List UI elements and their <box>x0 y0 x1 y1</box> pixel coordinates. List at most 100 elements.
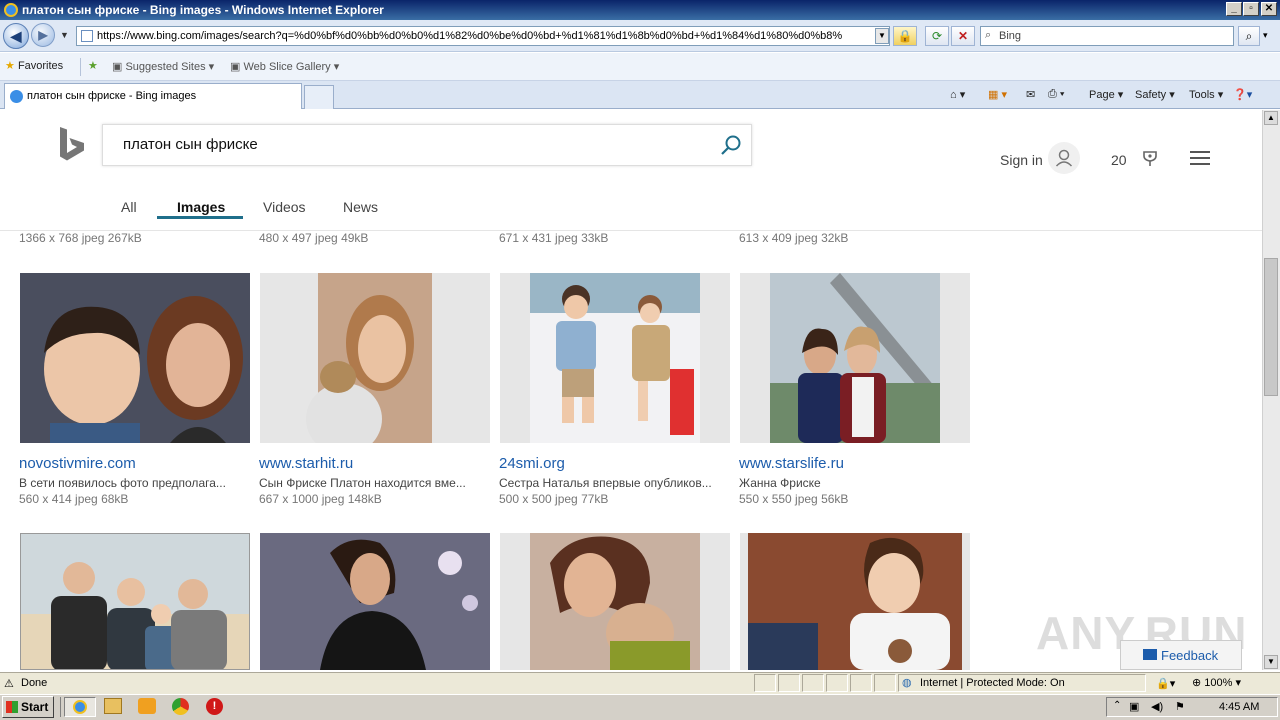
recent-pages-dropdown-icon[interactable]: ▼ <box>60 30 69 40</box>
photo-mother-selfie <box>260 273 490 443</box>
folder-icon[interactable] <box>104 698 122 714</box>
image-result-thumbnail[interactable] <box>740 533 970 670</box>
lock-icon[interactable]: 🔒 <box>893 26 917 46</box>
taskbar-ie-button[interactable] <box>64 697 96 717</box>
result-domain-link[interactable]: www.starhit.ru <box>259 455 353 472</box>
ie-search-value: Bing <box>999 30 1022 42</box>
media-player-icon[interactable] <box>138 698 156 714</box>
scrollbar-thumb[interactable] <box>1264 258 1278 396</box>
zoom-control[interactable]: ⊕ 100% ▾ <box>1192 676 1241 689</box>
read-mail-icon[interactable]: ✉ <box>1026 88 1035 101</box>
clock[interactable]: 4:45 AM <box>1219 701 1259 713</box>
result-domain-link[interactable]: novostivmire.com <box>19 455 136 472</box>
sign-in-link[interactable]: Sign in <box>1000 152 1043 168</box>
header-divider <box>0 230 1262 231</box>
address-dropdown-icon[interactable]: ▼ <box>875 28 889 44</box>
print-icon[interactable]: ⎙ ▾ <box>1048 88 1064 101</box>
refresh-icon[interactable]: ⟳ <box>925 26 949 46</box>
start-button[interactable]: Start <box>2 696 54 718</box>
ie-search-button[interactable]: ⌕ <box>1238 26 1260 46</box>
image-result-thumbnail[interactable] <box>500 533 730 670</box>
bing-search-input[interactable]: платон сын фриске <box>102 124 752 166</box>
avatar[interactable] <box>1048 142 1080 174</box>
window-title: платон сын фриске - Bing images - Window… <box>22 3 384 17</box>
home-icon[interactable]: ⌂ ▾ <box>950 88 965 101</box>
stop-icon[interactable]: ✕ <box>951 26 975 46</box>
search-options-icon[interactable]: ▾ <box>1263 30 1268 41</box>
result-domain-link[interactable]: 24smi.org <box>499 455 565 472</box>
taskbar <box>0 694 1280 720</box>
help-icon[interactable]: ❓▾ <box>1233 88 1252 101</box>
close-window-button[interactable]: ✕ <box>1261 2 1277 16</box>
result-description: Жанна Фриске <box>739 476 821 490</box>
page-menu[interactable]: Page ▾ <box>1089 88 1123 101</box>
chrome-icon[interactable] <box>172 698 189 715</box>
image-result-thumbnail[interactable] <box>260 273 490 443</box>
antivirus-icon[interactable]: ! <box>206 698 223 715</box>
result-domain-link[interactable]: www.starslife.ru <box>739 455 844 472</box>
maximize-button[interactable]: ▫ <box>1243 2 1259 16</box>
image-result-thumbnail[interactable] <box>20 533 250 670</box>
tab-all[interactable]: All <box>121 199 137 215</box>
address-bar[interactable]: https://www.bing.com/images/search?q=%d0… <box>76 26 890 46</box>
volume-icon[interactable]: ◀) <box>1151 700 1163 713</box>
tray-expand-icon[interactable]: ⌃ <box>1113 700 1121 711</box>
window-title-bar: платон сын фриске - Bing images - Window… <box>0 0 1280 20</box>
image-meta: 480 x 497 jpeg 49kB <box>259 231 369 245</box>
back-button[interactable]: ◀ <box>3 23 29 49</box>
feedback-button[interactable]: Feedback <box>1120 640 1242 670</box>
tab-videos[interactable]: Videos <box>263 199 306 215</box>
rewards-points[interactable]: 20 <box>1111 152 1127 168</box>
forward-button[interactable]: ▶ <box>31 23 55 47</box>
photo-children-playing <box>500 273 730 443</box>
image-meta: 1366 x 768 jpeg 267kB <box>19 231 142 245</box>
photo-mother-and-son <box>20 273 250 443</box>
result-description: Сын Фриске Платон находится вме... <box>259 476 466 490</box>
scroll-up-arrow[interactable]: ▲ <box>1264 111 1278 125</box>
new-tab-button[interactable] <box>304 85 334 109</box>
status-cell <box>874 674 896 692</box>
feedback-icon <box>1143 649 1157 660</box>
photo-two-women <box>740 273 970 443</box>
bing-logo-icon[interactable] <box>58 126 88 164</box>
feeds-icon[interactable]: ▦ ▾ <box>988 88 1007 101</box>
rewards-trophy-icon[interactable] <box>1141 150 1159 168</box>
image-result-thumbnail[interactable] <box>740 273 970 443</box>
minimize-button[interactable]: _ <box>1226 2 1242 16</box>
user-icon <box>1055 149 1073 167</box>
status-text: Done <box>21 677 48 689</box>
image-result-thumbnail[interactable] <box>20 273 250 443</box>
browser-tab-active[interactable]: платон сын фриске - Bing images <box>4 83 302 109</box>
status-cell <box>778 674 800 692</box>
image-meta: 613 x 409 jpeg 32kB <box>739 231 849 245</box>
favorites-separator <box>80 58 81 76</box>
status-cell <box>754 674 776 692</box>
globe-icon: ◍ <box>902 677 912 689</box>
image-result-thumbnail[interactable] <box>500 273 730 443</box>
image-meta: 671 x 431 jpeg 33kB <box>499 231 609 245</box>
web-slice-gallery-link[interactable]: ▣ Web Slice Gallery ▾ <box>230 60 339 73</box>
image-result-thumbnail[interactable] <box>260 533 490 670</box>
tools-menu[interactable]: Tools ▾ <box>1189 88 1223 101</box>
scroll-down-arrow[interactable]: ▼ <box>1264 655 1278 669</box>
system-tray: ⌃ ▣ ◀) ⚑ 4:45 AM <box>1106 697 1278 717</box>
action-center-flag-icon[interactable]: ⚑ <box>1175 700 1185 713</box>
page-favicon-icon <box>81 30 93 42</box>
search-provider-icon: ⌕ <box>985 29 992 41</box>
protected-mode-icon[interactable]: 🔒▾ <box>1156 677 1175 690</box>
tab-news[interactable]: News <box>343 199 378 215</box>
suggested-sites-link[interactable]: ▣ Suggested Sites ▾ <box>112 60 214 73</box>
safety-menu[interactable]: Safety ▾ <box>1135 88 1175 101</box>
tab-images[interactable]: Images <box>177 199 225 215</box>
favorites-button[interactable]: ★ Favorites <box>5 59 63 72</box>
image-meta: 560 x 414 jpeg 68kB <box>19 492 129 506</box>
ie-page-icon: ▣ <box>230 61 241 73</box>
security-zone[interactable]: ◍ Internet | Protected Mode: On <box>898 674 1146 692</box>
hamburger-menu-icon[interactable] <box>1190 151 1210 165</box>
ie-search-input[interactable]: ⌕ Bing <box>980 26 1234 46</box>
network-icon[interactable]: ▣ <box>1129 700 1139 713</box>
photo-family-beach <box>21 534 249 669</box>
search-icon[interactable] <box>720 134 742 156</box>
add-favorites-icon[interactable]: ★ <box>88 59 98 72</box>
image-meta: 550 x 550 jpeg 56kB <box>739 492 849 506</box>
